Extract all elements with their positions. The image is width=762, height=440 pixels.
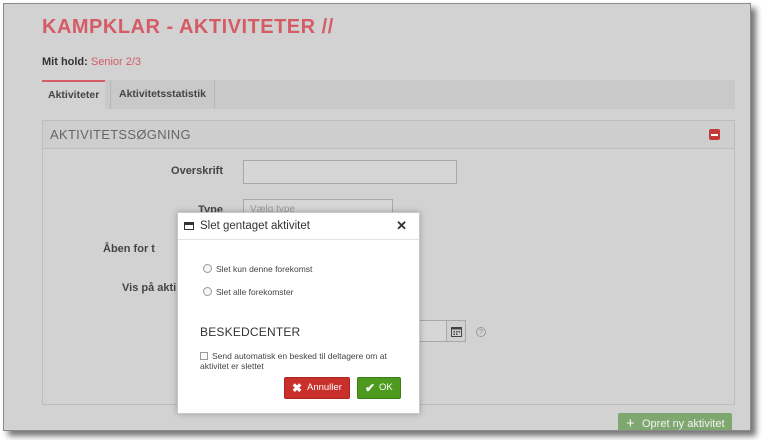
dialog-title: Slet gentaget aktivitet <box>200 220 310 232</box>
cancel-button[interactable]: ✖ Annuller <box>284 377 350 399</box>
calendar-icon <box>451 327 462 337</box>
heading-input[interactable] <box>243 160 457 184</box>
team-label: Mit hold: <box>42 56 88 68</box>
message-center-title: BESKEDCENTER <box>200 325 301 339</box>
page-title: KAMPKLAR - AKTIVITETER // <box>42 16 334 38</box>
option-label: Slet kun denne forekomst <box>216 264 313 274</box>
ok-label: OK <box>379 382 393 393</box>
team-value[interactable]: Senior 2/3 <box>91 56 141 68</box>
search-panel-title: AKTIVITETSSØGNING <box>43 121 734 149</box>
tab-divider <box>110 80 111 109</box>
team-line: Mit hold: Senior 2/3 <box>42 56 141 68</box>
tab-aktivitetsstatistik[interactable]: Aktivitetsstatistik <box>113 80 212 109</box>
help-icon[interactable]: ? <box>476 327 486 337</box>
tab-bar: Aktiviteter Aktivitetsstatistik <box>42 80 735 109</box>
collapse-icon[interactable] <box>709 129 720 140</box>
close-icon[interactable]: ✕ <box>396 218 407 234</box>
open-for-label: Åben for t <box>103 243 155 255</box>
dialog-header: Slet gentaget aktivitet ✕ <box>178 213 419 240</box>
window-icon <box>184 222 194 230</box>
tab-divider <box>214 80 215 109</box>
delete-recurring-dialog: Slet gentaget aktivitet ✕ Slet kun denne… <box>177 212 420 414</box>
notify-label: Send automatisk en besked til deltagere … <box>200 351 387 371</box>
radio-button[interactable] <box>203 264 212 273</box>
heading-label: Overskrift <box>171 165 223 177</box>
tab-aktiviteter[interactable]: Aktiviteter <box>42 80 106 109</box>
create-activity-label: Opret ny aktivitet <box>642 418 725 430</box>
checkmark-icon: ✔ <box>365 381 376 395</box>
cancel-label: Annuller <box>307 382 342 393</box>
plus-icon: + <box>626 415 635 431</box>
create-activity-button[interactable]: + Opret ny aktivitet <box>618 413 732 431</box>
ok-button[interactable]: ✔ OK <box>357 377 401 399</box>
app-window: KAMPKLAR - AKTIVITETER // Mit hold: Seni… <box>3 3 751 431</box>
option-label: Slet alle forekomster <box>216 287 294 297</box>
calendar-button[interactable] <box>446 320 466 342</box>
radio-button[interactable] <box>203 287 212 296</box>
cancel-icon: ✖ <box>292 381 303 395</box>
